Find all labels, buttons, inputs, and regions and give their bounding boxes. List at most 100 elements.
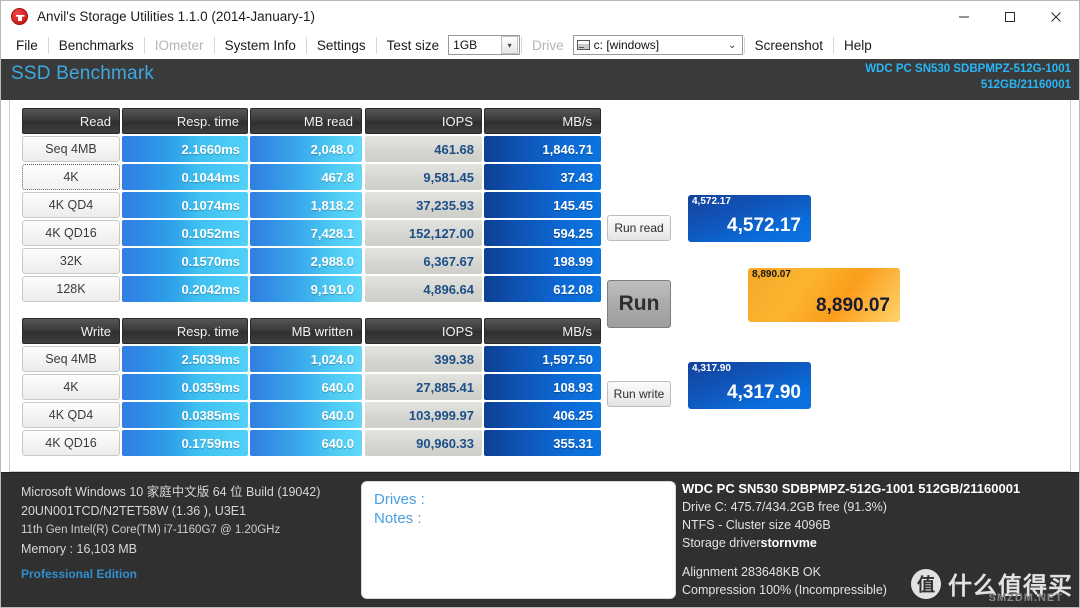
run-button[interactable]: Run bbox=[607, 280, 671, 328]
column-header: MB/s bbox=[484, 108, 601, 134]
chevron-down-icon[interactable]: ⌄ bbox=[724, 36, 741, 54]
close-icon[interactable] bbox=[1033, 1, 1079, 32]
resp-time-cell: 0.1052ms bbox=[122, 220, 248, 246]
notes-label: Notes : bbox=[374, 510, 422, 527]
write-score-box: 4,317.90 4,317.90 bbox=[688, 362, 811, 409]
title-bar: Anvil's Storage Utilities 1.1.0 (2014-Ja… bbox=[1, 1, 1079, 32]
run-write-button[interactable]: Run write bbox=[607, 381, 671, 407]
table-row: 4K QD16 0.1052ms 7,428.1 152,127.00 594.25 bbox=[22, 220, 601, 246]
table-row: 4K QD16 0.1759ms 640.0 90,960.33 355.31 bbox=[22, 430, 601, 456]
iops-cell: 103,999.97 bbox=[365, 402, 482, 428]
menu-iometer: IOmeter bbox=[154, 37, 204, 53]
table-row: Seq 4MB 2.1660ms 2,048.0 461.68 1,846.71 bbox=[22, 136, 601, 162]
column-header: Resp. time bbox=[122, 318, 248, 344]
table-row: 128K 0.2042ms 9,191.0 4,896.64 612.08 bbox=[22, 276, 601, 302]
row-label-button[interactable]: 32K bbox=[22, 248, 120, 274]
table-header-row: Read Resp. time MB read IOPS MB/s bbox=[22, 108, 601, 134]
menu-divider bbox=[521, 36, 523, 54]
menu-help[interactable]: Help bbox=[835, 36, 881, 55]
mbs-cell: 37.43 bbox=[484, 164, 601, 190]
menu-divider bbox=[143, 36, 145, 54]
mb-cell: 640.0 bbox=[250, 402, 362, 428]
menu-divider bbox=[832, 36, 834, 54]
row-label-button[interactable]: 4K QD4 bbox=[22, 402, 120, 428]
test-size-value: 1GB bbox=[453, 38, 478, 52]
row-label-button[interactable]: 4K bbox=[22, 374, 120, 400]
iops-cell: 461.68 bbox=[365, 136, 482, 162]
system-info: Microsoft Windows 10 家庭中文版 64 位 Build (1… bbox=[21, 483, 320, 584]
menu-screenshot[interactable]: Screenshot bbox=[746, 36, 832, 55]
minimize-icon[interactable] bbox=[941, 1, 987, 32]
row-label-button[interactable]: 4K QD16 bbox=[22, 430, 120, 456]
benchmark-header: SSD Benchmark WDC PC SN530 SDBPMPZ-512G-… bbox=[1, 59, 1079, 100]
mb-cell: 9,191.0 bbox=[250, 276, 362, 302]
resp-time-cell: 0.1570ms bbox=[122, 248, 248, 274]
menu-benchmarks[interactable]: Benchmarks bbox=[50, 36, 143, 55]
table-header-row: Write Resp. time MB written IOPS MB/s bbox=[22, 318, 601, 344]
drive-filesystem: NTFS - Cluster size 4096B bbox=[682, 518, 831, 532]
column-header: MB read bbox=[250, 108, 362, 134]
menu-settings[interactable]: Settings bbox=[308, 36, 375, 55]
table-row: Seq 4MB 2.5039ms 1,024.0 399.38 1,597.50 bbox=[22, 346, 601, 372]
iops-cell: 9,581.45 bbox=[365, 164, 482, 190]
iops-cell: 152,127.00 bbox=[365, 220, 482, 246]
benchmark-body: Read Resp. time MB read IOPS MB/s Seq 4MB 2.16… bbox=[9, 100, 1071, 472]
footer-panel: Microsoft Windows 10 家庭中文版 64 位 Build (1… bbox=[1, 472, 1079, 607]
mb-cell: 467.8 bbox=[250, 164, 362, 190]
cpu-info: 11th Gen Intel(R) Core(TM) i7-1160G7 @ 1… bbox=[21, 524, 281, 536]
resp-time-cell: 2.1660ms bbox=[122, 136, 248, 162]
row-label-button[interactable]: Seq 4MB bbox=[22, 136, 120, 162]
os-version: Microsoft Windows 10 家庭中文版 64 位 Build (1… bbox=[21, 485, 321, 499]
watermark-badge-icon: 值 bbox=[911, 568, 941, 599]
column-header: MB written bbox=[250, 318, 362, 344]
page-title: SSD Benchmark bbox=[11, 63, 155, 84]
mb-cell: 2,988.0 bbox=[250, 248, 362, 274]
edition-label: Professional Edition bbox=[21, 567, 138, 581]
test-size-select[interactable]: 1GB ▾ bbox=[448, 35, 521, 55]
table-row: 32K 0.1570ms 2,988.0 6,367.67 198.99 bbox=[22, 248, 601, 274]
device-capacity: 512GB/21160001 bbox=[980, 79, 1071, 91]
device-model: WDC PC SN530 SDBPMPZ-512G-1001 bbox=[865, 63, 1071, 75]
test-size-label: Test size bbox=[386, 37, 440, 53]
menu-file[interactable]: File bbox=[7, 36, 47, 55]
watermark-subtext: SMZDM.NET bbox=[988, 592, 1063, 604]
column-header: Resp. time bbox=[122, 108, 248, 134]
read-results-table: Read Resp. time MB read IOPS MB/s Seq 4MB 2.16… bbox=[22, 108, 601, 304]
mb-cell: 1,024.0 bbox=[250, 346, 362, 372]
maximize-icon[interactable] bbox=[987, 1, 1033, 32]
mb-cell: 1,818.2 bbox=[250, 192, 362, 218]
anvil-icon bbox=[11, 8, 28, 25]
drives-label: Drives : bbox=[374, 491, 425, 508]
mb-cell: 2,048.0 bbox=[250, 136, 362, 162]
row-label-button[interactable]: 128K bbox=[22, 276, 120, 302]
memory-info: Memory : 16,103 MB bbox=[21, 542, 138, 556]
window-title: Anvil's Storage Utilities 1.1.0 (2014-Ja… bbox=[37, 9, 315, 24]
write-results-table: Write Resp. time MB written IOPS MB/s Seq 4MB… bbox=[22, 318, 601, 458]
machine-model: 20UN001TCD/N2TET58W (1.36 ), U3E1 bbox=[21, 504, 247, 518]
notes-box[interactable]: Drives : Notes : bbox=[361, 481, 676, 599]
column-header: Read bbox=[22, 108, 120, 134]
menu-divider bbox=[375, 36, 377, 54]
resp-time-cell: 0.1044ms bbox=[122, 164, 248, 190]
driver-label: Storage driver bbox=[682, 536, 761, 550]
iops-cell: 399.38 bbox=[365, 346, 482, 372]
iops-cell: 27,885.41 bbox=[365, 374, 482, 400]
drive-value: c: [windows] bbox=[593, 38, 660, 52]
mbs-cell: 612.08 bbox=[484, 276, 601, 302]
resp-time-cell: 0.1759ms bbox=[122, 430, 248, 456]
mb-cell: 640.0 bbox=[250, 374, 362, 400]
row-label-button[interactable]: 4K QD4 bbox=[22, 192, 120, 218]
menu-system-info[interactable]: System Info bbox=[216, 36, 305, 55]
row-label-button[interactable]: 4K bbox=[22, 164, 120, 190]
resp-time-cell: 0.1074ms bbox=[122, 192, 248, 218]
mbs-cell: 145.45 bbox=[484, 192, 601, 218]
row-label-button[interactable]: Seq 4MB bbox=[22, 346, 120, 372]
drive-select[interactable]: c: [windows] ⌄ bbox=[572, 35, 743, 55]
row-label-button[interactable]: 4K QD16 bbox=[22, 220, 120, 246]
run-read-button[interactable]: Run read bbox=[607, 215, 671, 241]
window-controls bbox=[941, 1, 1079, 32]
watermark: 值 什么值得买 SMZDM.NET bbox=[911, 566, 1073, 604]
read-score-small: 4,572.17 bbox=[692, 196, 731, 207]
column-header: IOPS bbox=[365, 108, 482, 134]
chevron-down-icon[interactable]: ▾ bbox=[501, 36, 519, 54]
